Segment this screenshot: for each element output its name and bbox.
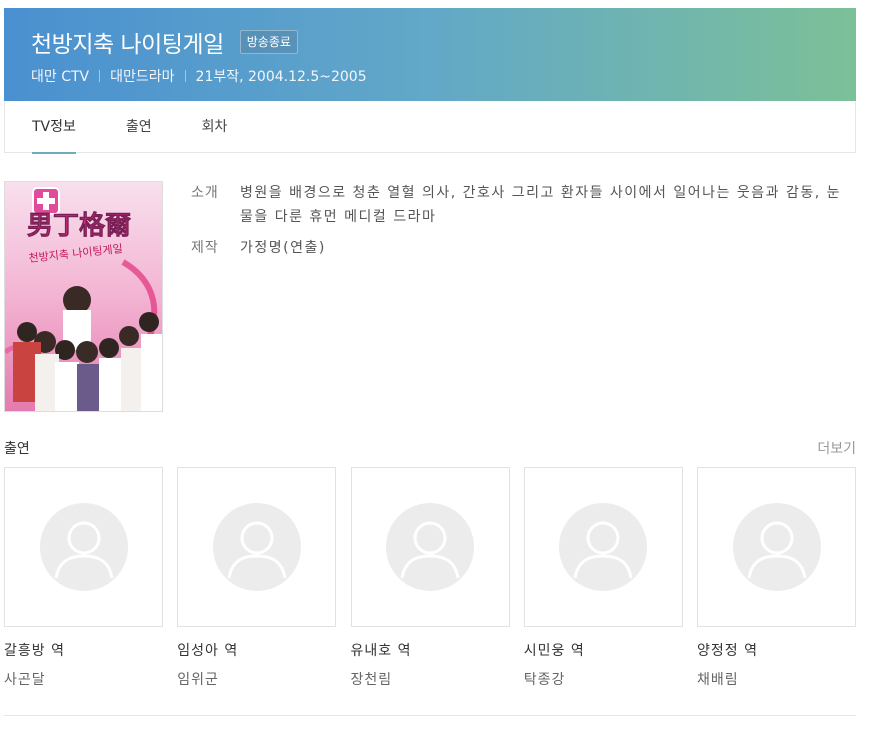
production-text: 가정명(연출) [240,240,326,256]
cast-more-link[interactable]: 더보기 [817,438,856,458]
cast-photo[interactable] [4,467,163,627]
poster-title-text: 男丁格爾 [27,210,131,241]
cast-actor[interactable]: 임위군 [177,669,336,689]
cast-item[interactable]: 양정정 역 채배림 [697,467,856,689]
cast-role: 시민웅 역 [523,643,585,659]
meta-episodes: 21부작, 2004.12.5~2005 [195,69,367,85]
tab-tv-info[interactable]: TV정보 [32,101,76,154]
section-divider [4,715,856,716]
production-row: 제작 가정명(연출) [191,236,841,260]
tab-bar: TV정보 출연 회차 [4,101,856,154]
cast-header: 출연 더보기 [4,438,856,458]
intro-row: 소개 병원을 배경으로 청춘 열혈 의사, 간호사 그리고 환자들 사이에서 일… [191,181,841,229]
tab-cast[interactable]: 출연 [126,101,152,153]
cast-item[interactable]: 임성아 역 임위군 [177,467,337,689]
intro-label: 소개 [191,185,219,201]
program-info: 소개 병원을 배경으로 청춘 열혈 의사, 간호사 그리고 환자들 사이에서 일… [191,181,841,267]
program-title[interactable]: 천방지축 나이팅게일 [31,25,224,59]
meta-genre: 대만드라마 [110,69,175,85]
cast-role: 양정정 역 [697,643,758,659]
cast-actor[interactable]: 채배림 [697,669,856,689]
program-header: 천방지축 나이팅게일 방송종료 대만 CTV 대만드라마 21부작, 2004.… [4,8,856,101]
cast-photo[interactable] [697,467,856,627]
status-badge: 방송종료 [239,30,298,54]
cast-section-title: 출연 [4,441,30,457]
production-label: 제작 [191,240,219,256]
cast-actor[interactable]: 사곤달 [4,669,163,689]
intro-text: 병원을 배경으로 청춘 열혈 의사, 간호사 그리고 환자들 사이에서 일어나는… [240,185,841,225]
person-placeholder-icon [386,503,474,591]
person-placeholder-icon [212,503,301,591]
poster-image: 男丁格爾 천방지축 나이팅게일 [5,182,162,411]
person-placeholder-icon [732,503,821,591]
person-placeholder-icon [39,503,128,591]
cast-item[interactable]: 유내호 역 장천림 [350,467,510,689]
meta-channel: 대만 CTV [31,69,90,85]
cast-photo[interactable] [523,467,683,627]
cast-photo[interactable] [350,467,510,627]
cast-photo[interactable] [177,467,337,627]
meta-divider [184,70,186,82]
cast-role: 갈흥방 역 [4,643,65,659]
cast-actor[interactable]: 장천림 [351,669,510,689]
cast-actor[interactable]: 탁종강 [524,669,683,689]
program-poster[interactable]: 男丁格爾 천방지축 나이팅게일 [4,181,163,412]
cast-item[interactable]: 갈흥방 역 사곤달 [4,467,163,689]
meta-divider [99,70,101,82]
cast-item[interactable]: 시민웅 역 탁종강 [523,467,683,689]
program-meta: 대만 CTV 대만드라마 21부작, 2004.12.5~2005 [31,66,856,86]
tab-episodes[interactable]: 회차 [202,101,228,153]
cast-list: 갈흥방 역 사곤달 임성아 역 임위군 유내호 역 장천림 시민웅 역 탁종강 … [4,467,856,689]
person-placeholder-icon [559,503,648,591]
cast-role: 임성아 역 [177,643,239,659]
cast-role: 유내호 역 [350,643,412,659]
